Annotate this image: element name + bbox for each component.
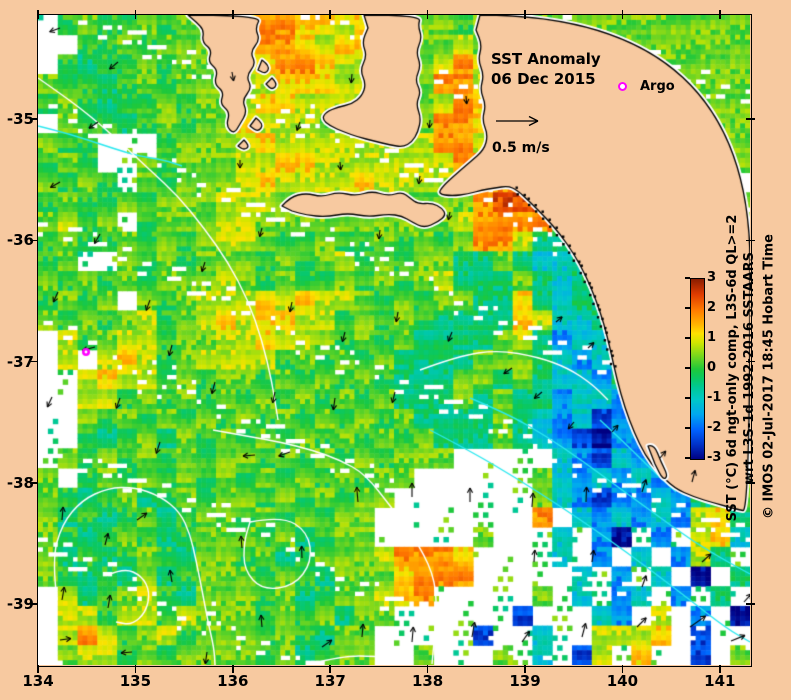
colorbar-tick: [685, 457, 690, 459]
x-axis-label: 138: [411, 672, 444, 690]
y-axis-tick-right: [746, 360, 755, 363]
x-axis-tick-top: [134, 10, 137, 19]
colorbar-tick-label: 1: [707, 330, 717, 345]
x-axis-label: 141: [704, 672, 736, 690]
x-axis-label: 136: [217, 672, 249, 690]
colorbar-tick-label: -3: [707, 450, 722, 465]
colorbar-tick: [685, 397, 690, 399]
attribution-text: © IMOS 02-Jul-2017 18:45 Hobart Time: [761, 234, 777, 520]
colorbar-tick: [685, 307, 690, 309]
x-axis-tick-top: [719, 10, 721, 19]
x-axis-tick-top: [426, 10, 429, 19]
y-axis-tick-right: [746, 239, 755, 241]
y-axis-label: -37: [6, 352, 34, 371]
colorbar-tick: [685, 337, 690, 339]
y-axis-tick-right: [746, 482, 755, 484]
colorbar-caption-line1: SST (°C) 6d ngt-only comp, L3S-6d QL>=2: [725, 214, 740, 522]
colorbar-tick-label: -2: [707, 420, 722, 435]
current-scale-label: 0.5 m/s: [492, 140, 550, 156]
y-axis-tick-right: [746, 118, 755, 120]
colorbar-tick-label: 0: [707, 360, 717, 375]
y-axis-label: -39: [6, 595, 34, 614]
y-axis-label: -36: [6, 231, 34, 250]
x-axis-label: 134: [22, 672, 54, 690]
colorbar-tick-label: 2: [707, 300, 717, 315]
x-axis-label: 137: [314, 672, 346, 690]
plot-date: 06 Dec 2015: [491, 70, 596, 88]
colorbar-tick-label: 3: [707, 270, 717, 285]
x-axis-tick-top: [329, 10, 331, 19]
x-axis-tick-top: [621, 10, 624, 19]
x-axis-tick-top: [37, 10, 39, 19]
colorbar-tick: [685, 277, 690, 279]
colorbar-tick: [685, 427, 690, 429]
current-scale-arrow: [496, 115, 539, 127]
y-axis-label: -38: [6, 473, 34, 492]
colorbar-caption: SST (°C) 6d ngt-only comp, L3S-6d QL>=2 …: [724, 148, 758, 588]
x-axis-tick-top: [232, 10, 234, 19]
x-axis-label: 140: [606, 672, 639, 690]
x-axis-label: 139: [509, 672, 541, 690]
x-axis-label: 135: [119, 672, 152, 690]
colorbar-caption-line2: wrt L3S-1d 1992-2016 SSTAARS: [742, 252, 757, 484]
sst-anomaly-figure: SST Anomaly 06 Dec 2015 Argo 0.5 m/s SST…: [0, 0, 791, 700]
argo-legend-marker: [618, 82, 627, 91]
colorbar: [690, 278, 705, 460]
argo-legend-label: Argo: [640, 79, 675, 94]
colorbar-tick: [685, 367, 690, 369]
x-axis-tick-top: [524, 10, 526, 19]
y-axis-label: -35: [6, 109, 34, 128]
sst-map-canvas: [38, 15, 750, 665]
plot-title: SST Anomaly: [491, 50, 601, 68]
y-axis-tick-right: [746, 603, 755, 605]
colorbar-tick-label: -1: [707, 390, 722, 405]
